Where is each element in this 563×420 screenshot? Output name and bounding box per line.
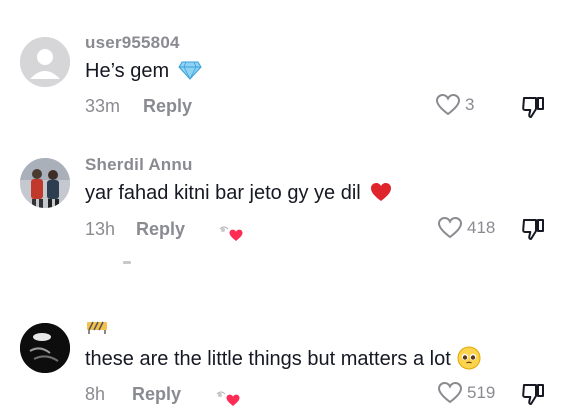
comment-username[interactable]: user955804 xyxy=(85,33,180,53)
creator-liked-icon xyxy=(215,388,245,408)
divider-mark xyxy=(123,261,131,264)
gem-icon xyxy=(178,61,202,80)
reply-button[interactable]: Reply xyxy=(136,219,185,240)
like-button[interactable]: 3 xyxy=(435,93,474,117)
thumbs-down-icon xyxy=(522,219,544,240)
comment-text-body: these are the little things but matters … xyxy=(85,348,451,370)
default-avatar-icon xyxy=(20,37,70,87)
thumbs-down-icon xyxy=(522,97,544,118)
comment-username[interactable]: Sherdil Annu xyxy=(85,155,193,175)
reply-button[interactable]: Reply xyxy=(143,96,192,117)
avatar[interactable] xyxy=(20,323,70,373)
comment-text: He’s gem xyxy=(85,60,202,83)
like-button[interactable]: 519 xyxy=(437,381,495,405)
username-badge-icon[interactable] xyxy=(85,317,109,335)
comment-time: 33m xyxy=(85,96,121,116)
comment-text-body: He’s gem xyxy=(85,60,170,82)
comment-time: 8h xyxy=(85,384,106,404)
dislike-button[interactable] xyxy=(520,216,546,242)
heart-outline-icon xyxy=(435,93,461,116)
comment-time: 13h xyxy=(85,219,116,239)
comment-text: yar fahad kitni bar jeto gy ye dil xyxy=(85,182,392,205)
creator-liked-icon xyxy=(218,223,248,243)
like-count: 3 xyxy=(465,95,475,114)
comment-text-body: yar fahad kitni bar jeto gy ye dil xyxy=(85,182,361,204)
red-heart-icon xyxy=(371,183,392,201)
reply-button[interactable]: Reply xyxy=(132,384,181,405)
like-count: 418 xyxy=(467,218,496,237)
avatar[interactable] xyxy=(20,158,70,208)
heart-outline-icon xyxy=(437,216,463,239)
like-count: 519 xyxy=(467,383,496,402)
thumbs-down-icon xyxy=(522,384,544,405)
heart-outline-icon xyxy=(437,381,463,404)
dislike-button[interactable] xyxy=(520,94,546,120)
comment-text: these are the little things but matters … xyxy=(85,346,481,371)
avatar[interactable] xyxy=(20,37,70,87)
like-button[interactable]: 418 xyxy=(437,216,495,240)
dislike-button[interactable] xyxy=(520,381,546,407)
pleading-face-icon xyxy=(457,346,481,370)
dark-profile-photo-icon xyxy=(20,323,70,373)
profile-photo-icon xyxy=(20,158,70,208)
